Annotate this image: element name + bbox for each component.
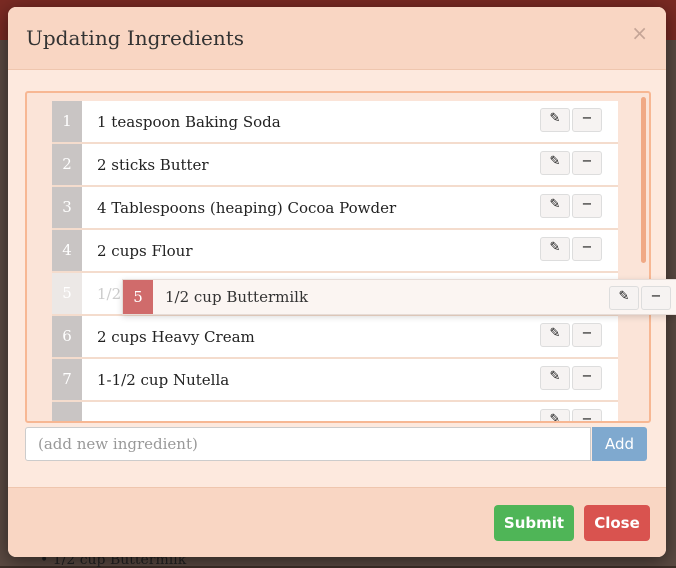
- ingredient-text: 2 cups Heavy Cream: [97, 328, 255, 346]
- ingredient-row[interactable]: 3 4 Tablespoons (heaping) Cocoa Powder ✎…: [52, 187, 618, 230]
- ingredient-row[interactable]: 4 2 cups Flour ✎ −: [52, 230, 618, 273]
- minus-icon: −: [581, 412, 593, 423]
- minus-icon: −: [581, 111, 593, 126]
- pencil-icon: ✎: [549, 240, 561, 255]
- ingredient-list[interactable]: 1 1 teaspoon Baking Soda ✎ − 2 2 sticks …: [25, 91, 651, 423]
- minus-icon: −: [581, 154, 593, 169]
- edit-button[interactable]: ✎: [540, 323, 570, 347]
- ingredient-row[interactable]: 1 1 teaspoon Baking Soda ✎ −: [52, 101, 618, 144]
- ingredient-row[interactable]: ✎ −: [52, 402, 618, 423]
- minus-icon: −: [650, 289, 662, 304]
- ingredient-text: 1/2: [97, 285, 122, 303]
- close-button[interactable]: Close: [584, 505, 650, 541]
- pencil-icon: ✎: [549, 326, 561, 341]
- edit-button[interactable]: ✎: [540, 151, 570, 175]
- modal-title: Updating Ingredients: [26, 26, 245, 50]
- scrollbar[interactable]: [641, 97, 646, 263]
- minus-icon: −: [581, 369, 593, 384]
- ingredient-text: 1/2 cup Buttermilk: [165, 288, 309, 306]
- ingredient-text: 2 sticks Butter: [97, 156, 209, 174]
- pencil-icon: ✎: [549, 412, 561, 423]
- ingredient-text: 4 Tablespoons (heaping) Cocoa Powder: [97, 199, 397, 217]
- edit-button[interactable]: ✎: [540, 409, 570, 423]
- row-number: 6: [52, 316, 82, 357]
- row-number: 4: [52, 230, 82, 271]
- ingredient-text: 1-1/2 cup Nutella: [97, 371, 230, 389]
- row-number: 3: [52, 187, 82, 228]
- dragging-ingredient-row[interactable]: 5 1/2 cup Buttermilk ✎ −: [122, 279, 676, 315]
- remove-button[interactable]: −: [572, 409, 602, 423]
- pencil-icon: ✎: [549, 197, 561, 212]
- add-button[interactable]: Add: [592, 427, 647, 461]
- edit-button[interactable]: ✎: [540, 194, 570, 218]
- pencil-icon: ✎: [618, 289, 630, 304]
- close-icon[interactable]: ×: [631, 21, 648, 45]
- ingredient-text: 2 cups Flour: [97, 242, 193, 260]
- edit-button[interactable]: ✎: [609, 286, 639, 310]
- minus-icon: −: [581, 197, 593, 212]
- edit-button[interactable]: ✎: [540, 237, 570, 261]
- remove-button[interactable]: −: [572, 366, 602, 390]
- row-number: [52, 402, 82, 421]
- ingredient-text: 1 teaspoon Baking Soda: [97, 113, 281, 131]
- row-number: 2: [52, 144, 82, 185]
- edit-button[interactable]: ✎: [540, 366, 570, 390]
- minus-icon: −: [581, 326, 593, 341]
- row-number: 7: [52, 359, 82, 400]
- row-number: 5: [123, 280, 153, 314]
- modal-footer: Submit Close: [8, 487, 666, 557]
- submit-button[interactable]: Submit: [494, 505, 574, 541]
- row-number: 1: [52, 101, 82, 142]
- ingredient-row[interactable]: 2 2 sticks Butter ✎ −: [52, 144, 618, 187]
- remove-button[interactable]: −: [572, 194, 602, 218]
- pencil-icon: ✎: [549, 111, 561, 126]
- pencil-icon: ✎: [549, 369, 561, 384]
- add-ingredient-input[interactable]: [25, 427, 591, 461]
- edit-button[interactable]: ✎: [540, 108, 570, 132]
- remove-button[interactable]: −: [572, 151, 602, 175]
- row-number: 5: [52, 273, 82, 314]
- remove-button[interactable]: −: [572, 237, 602, 261]
- remove-button[interactable]: −: [572, 108, 602, 132]
- modal-header: Updating Ingredients ×: [8, 7, 666, 70]
- ingredient-row[interactable]: 7 1-1/2 cup Nutella ✎ −: [52, 359, 618, 402]
- pencil-icon: ✎: [549, 154, 561, 169]
- minus-icon: −: [581, 240, 593, 255]
- ingredient-row[interactable]: 6 2 cups Heavy Cream ✎ −: [52, 316, 618, 359]
- remove-button[interactable]: −: [641, 286, 671, 310]
- remove-button[interactable]: −: [572, 323, 602, 347]
